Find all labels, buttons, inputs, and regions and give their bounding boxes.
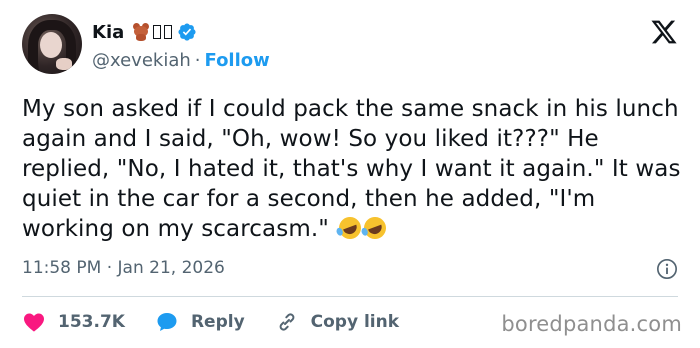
author-display-name[interactable]: Kia (92, 22, 124, 43)
link-icon (279, 313, 295, 331)
avatar-face (40, 32, 62, 58)
teddy-bear-emoji-icon (132, 23, 150, 41)
name-row: Kia (92, 20, 270, 44)
missing-glyph-icon (153, 25, 162, 39)
rolling-laughing-emoji-icon (336, 213, 365, 243)
author-handle[interactable]: @xevekiah (92, 50, 191, 71)
handle-row: @xevekiah · Follow (92, 50, 270, 71)
avatar-hand (56, 58, 72, 70)
missing-glyph-icon (164, 25, 173, 39)
tweet-header: Kia @xevekiah · Follow (22, 14, 678, 78)
avatar[interactable] (22, 14, 82, 74)
timestamp-separator: · (106, 258, 113, 278)
speech-bubble-icon (157, 313, 177, 331)
tweet-text: My son asked if I could pack the same sn… (22, 94, 682, 244)
like-count: 153.7K (58, 312, 125, 332)
copy-link-label: Copy link (310, 312, 400, 332)
author-block: Kia @xevekiah · Follow (92, 20, 270, 72)
reply-label: Reply (190, 312, 245, 332)
reply-button[interactable]: Reply (155, 310, 245, 334)
heart-icon (24, 313, 44, 332)
rolling-laughing-emoji-icon (361, 213, 390, 243)
tweet-card: Kia @xevekiah · Follow My son asked if I c… (0, 0, 700, 348)
like-button[interactable]: 153.7K (22, 310, 125, 334)
tweet-time: 11:58 PM (22, 258, 102, 278)
x-logo-icon[interactable] (650, 18, 678, 46)
copy-link-button[interactable]: Copy link (275, 310, 399, 334)
verified-badge-icon (178, 23, 196, 41)
tweet-date: Jan 21, 2026 (117, 258, 225, 278)
divider (22, 296, 678, 297)
info-icon[interactable] (656, 258, 678, 280)
action-bar: 153.7K Reply Copy link (22, 308, 429, 336)
source-watermark: boredpanda.com (501, 312, 682, 336)
timestamp[interactable]: 11:58 PM · Jan 21, 2026 (22, 258, 225, 278)
follow-button[interactable]: Follow (205, 50, 270, 71)
handle-separator: · (194, 50, 201, 71)
